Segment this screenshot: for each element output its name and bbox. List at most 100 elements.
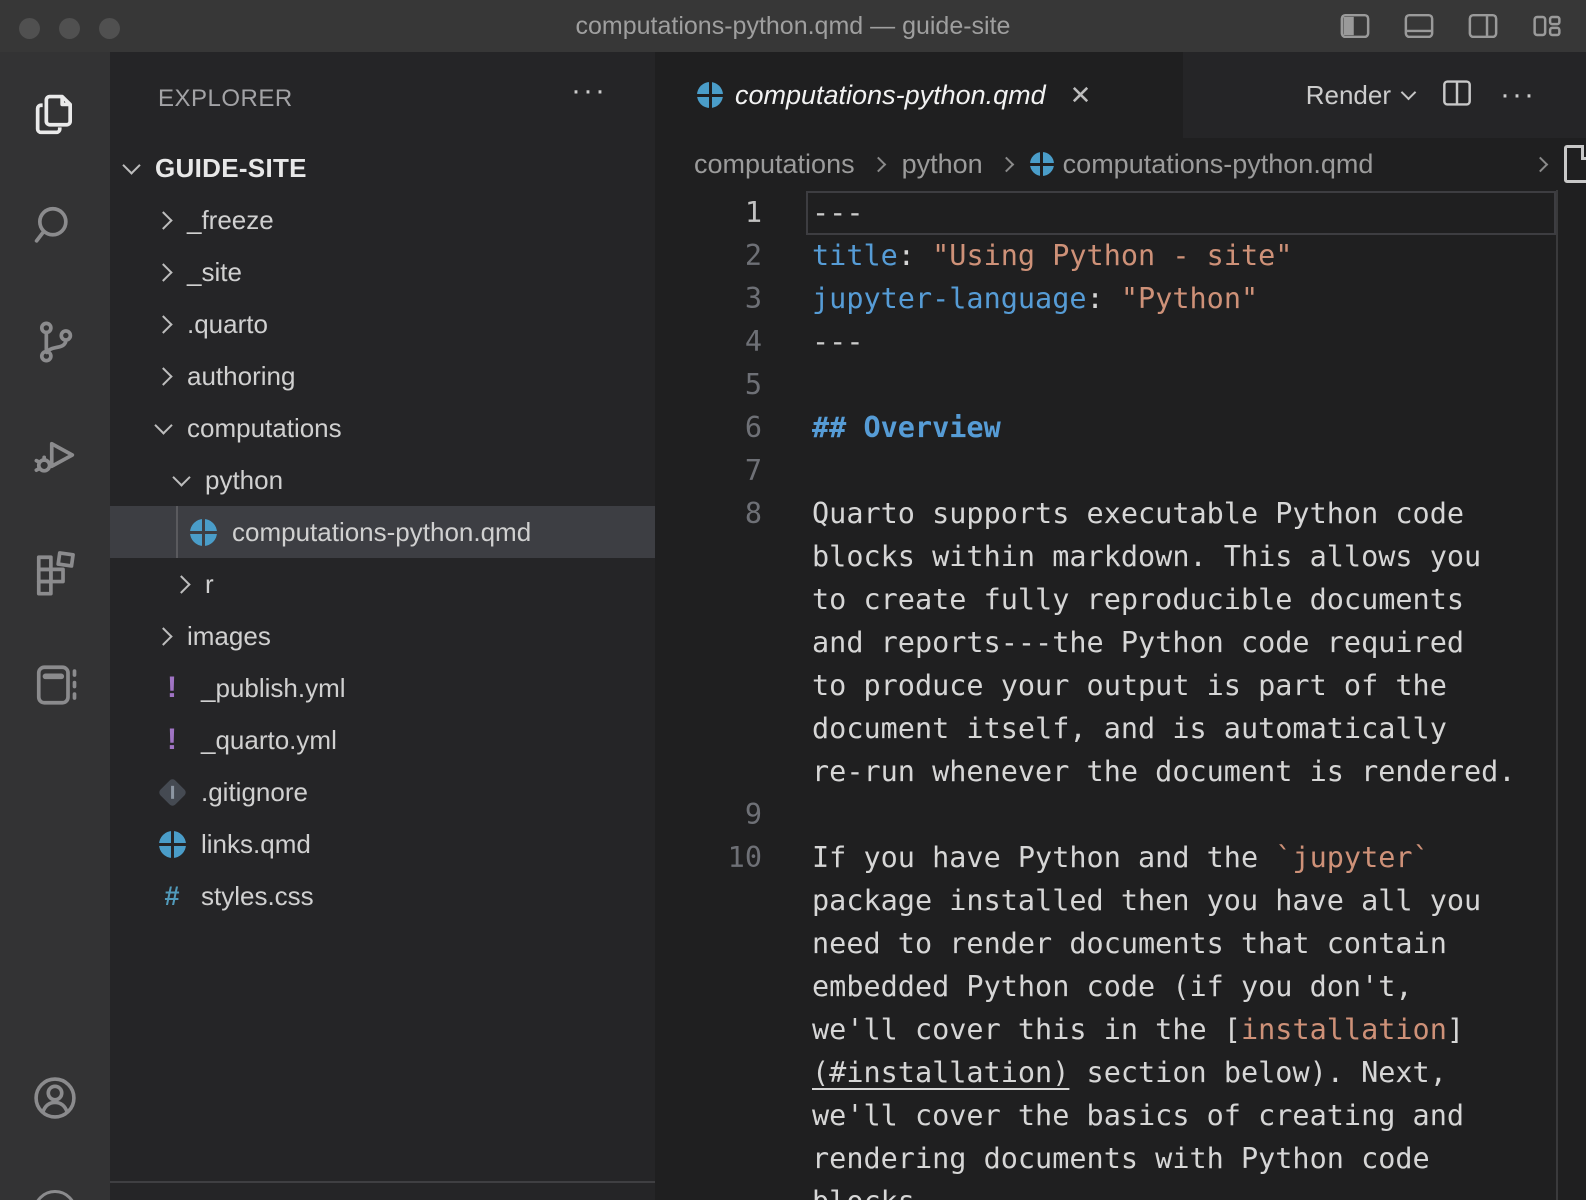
tree-item-label: GUIDE-SITE bbox=[155, 153, 307, 184]
extensions-icon[interactable] bbox=[0, 526, 110, 618]
code-line[interactable]: blocks within markdown. This allows you bbox=[655, 535, 1586, 578]
line-content: --- bbox=[812, 320, 863, 363]
tree-item-python[interactable]: python bbox=[110, 454, 655, 506]
code-line[interactable]: 1--- bbox=[655, 191, 1586, 234]
breadcrumb-item-python[interactable]: python bbox=[902, 149, 983, 180]
code-line[interactable]: 10 If you have Python and the `jupyter` bbox=[655, 836, 1586, 879]
code-line[interactable]: and reports---the Python code required bbox=[655, 621, 1586, 664]
tree-item-label: links.qmd bbox=[201, 829, 311, 860]
code-line[interactable]: 8Quarto supports executable Python code bbox=[655, 492, 1586, 535]
line-number bbox=[655, 750, 762, 793]
quarto-icon bbox=[159, 831, 186, 858]
render-label: Render bbox=[1306, 80, 1391, 111]
chevron-down-icon bbox=[1401, 84, 1417, 100]
code-line[interactable]: 2 title: "Using Python - site" bbox=[655, 234, 1586, 277]
line-content: title: "Using Python - site" bbox=[812, 234, 1292, 277]
tree-item--gitignore[interactable]: .gitignore bbox=[110, 766, 655, 818]
code-line[interactable]: we'll cover this in the [installation] bbox=[655, 1008, 1586, 1051]
line-content: and reports---the Python code required bbox=[812, 621, 1464, 664]
account-icon[interactable] bbox=[0, 1052, 110, 1144]
git-file-icon bbox=[157, 777, 187, 807]
toggle-secondary-sidebar-icon[interactable] bbox=[1466, 8, 1500, 44]
notebook-icon[interactable] bbox=[0, 639, 110, 731]
code-line[interactable]: 3jupyter-language: "Python" bbox=[655, 277, 1586, 320]
run-and-debug-icon[interactable] bbox=[0, 409, 110, 501]
file-tree: GUIDE-SITE _freeze_site.quartoauthoring co… bbox=[110, 142, 655, 922]
outline-section-header[interactable]: OUTLINE bbox=[110, 1191, 655, 1200]
tab-computations-python[interactable]: computations-python.qmd ✕ bbox=[655, 52, 1183, 138]
line-content: rendering documents with Python code bbox=[812, 1137, 1430, 1180]
explorer-icon[interactable] bbox=[0, 69, 110, 161]
tree-item-links-qmd[interactable]: links.qmd bbox=[110, 818, 655, 870]
tree-item-guide-site[interactable]: GUIDE-SITE bbox=[110, 142, 655, 194]
breadcrumb-item-computations-python.qmd[interactable]: computations-python.qmd bbox=[1030, 149, 1374, 180]
code-line[interactable]: 5 bbox=[655, 363, 1586, 406]
line-number bbox=[655, 1051, 762, 1094]
quarto-icon bbox=[1030, 152, 1054, 176]
tab-bar: computations-python.qmd ✕ Render ··· bbox=[655, 52, 1586, 138]
code-line[interactable]: (#installation) section below). Next, bbox=[655, 1051, 1586, 1094]
customize-layout-icon[interactable] bbox=[1530, 8, 1564, 44]
code-line[interactable]: 7 bbox=[655, 449, 1586, 492]
line-content: re-run whenever the document is rendered… bbox=[812, 750, 1516, 793]
settings-gear-icon[interactable] bbox=[33, 1190, 77, 1200]
code-line[interactable]: blocks bbox=[655, 1180, 1586, 1200]
layout-controls bbox=[1338, 8, 1564, 44]
breadcrumb-separator-icon bbox=[998, 156, 1014, 172]
code-line[interactable]: 6## Overview bbox=[655, 406, 1586, 449]
code-line[interactable]: re-run whenever the document is rendered… bbox=[655, 750, 1586, 793]
code-line[interactable]: embedded Python code (if you don't, bbox=[655, 965, 1586, 1008]
breadcrumb-label: python bbox=[902, 149, 983, 180]
toggle-panel-icon[interactable] bbox=[1402, 8, 1436, 44]
tree-item--site[interactable]: _site bbox=[110, 246, 655, 298]
render-button[interactable]: Render bbox=[1306, 80, 1414, 111]
explorer-sidebar: EXPLORER ··· GUIDE-SITE_freeze_site.quar… bbox=[110, 52, 655, 1200]
code-line[interactable]: package installed then you have all you bbox=[655, 879, 1586, 922]
line-number: 4 bbox=[655, 320, 762, 363]
line-number: 6 bbox=[655, 406, 762, 449]
line-number bbox=[655, 965, 762, 1008]
source-control-icon[interactable] bbox=[0, 296, 110, 388]
tree-item--quarto-yml[interactable]: !_quarto.yml bbox=[110, 714, 655, 766]
line-number: 10 bbox=[655, 836, 762, 879]
code-line[interactable]: to produce your output is part of the bbox=[655, 664, 1586, 707]
tree-item-r[interactable]: r bbox=[110, 558, 655, 610]
code-line[interactable]: 9 bbox=[655, 793, 1586, 836]
line-number: 8 bbox=[655, 492, 762, 535]
code-line[interactable]: need to render documents that contain bbox=[655, 922, 1586, 965]
quarto-icon bbox=[190, 519, 217, 546]
split-editor-icon[interactable] bbox=[1440, 75, 1474, 116]
code-line[interactable]: 4 --- bbox=[655, 320, 1586, 363]
explorer-more-icon[interactable]: ··· bbox=[571, 74, 607, 108]
breadcrumb-item-computations[interactable]: computations bbox=[694, 149, 855, 180]
line-number bbox=[655, 1008, 762, 1051]
tab-close-icon[interactable]: ✕ bbox=[1070, 80, 1092, 111]
code-line[interactable]: document itself, and is automatically bbox=[655, 707, 1586, 750]
tree-item-computations[interactable]: computations bbox=[110, 402, 655, 454]
line-content: If you have Python and the `jupyter` bbox=[812, 836, 1430, 879]
tree-item-authoring[interactable]: authoring bbox=[110, 350, 655, 402]
tree-item--freeze[interactable]: _freeze bbox=[110, 194, 655, 246]
line-content: we'll cover this in the [installation] bbox=[812, 1008, 1464, 1051]
chevron-down-icon bbox=[172, 468, 190, 486]
search-icon[interactable] bbox=[0, 179, 110, 271]
editor-more-icon[interactable]: ··· bbox=[1500, 78, 1536, 112]
code-line[interactable]: we'll cover the basics of creating and bbox=[655, 1094, 1586, 1137]
tree-item-label: computations bbox=[187, 413, 342, 444]
tree-item-computations-python-qmd[interactable]: computations-python.qmd bbox=[110, 506, 655, 558]
code-line[interactable]: to create fully reproducible documents bbox=[655, 578, 1586, 621]
code-editor[interactable]: 1---2title: "Using Python - site"3jupyte… bbox=[655, 190, 1586, 1200]
line-number: 1 bbox=[655, 191, 762, 234]
tree-item-label: styles.css bbox=[201, 881, 314, 912]
tree-item--quarto[interactable]: .quarto bbox=[110, 298, 655, 350]
tree-item--publish-yml[interactable]: !_publish.yml bbox=[110, 662, 655, 714]
toggle-sidebar-icon[interactable] bbox=[1338, 8, 1372, 44]
line-number: 2 bbox=[655, 234, 762, 277]
chevron-down-icon bbox=[122, 156, 140, 174]
tree-item-images[interactable]: images bbox=[110, 610, 655, 662]
code-line[interactable]: rendering documents with Python code bbox=[655, 1137, 1586, 1180]
breadcrumb-end bbox=[1517, 138, 1586, 190]
line-number bbox=[655, 1137, 762, 1180]
tree-item-styles-css[interactable]: #styles.css bbox=[110, 870, 655, 922]
line-content: to produce your output is part of the bbox=[812, 664, 1447, 707]
